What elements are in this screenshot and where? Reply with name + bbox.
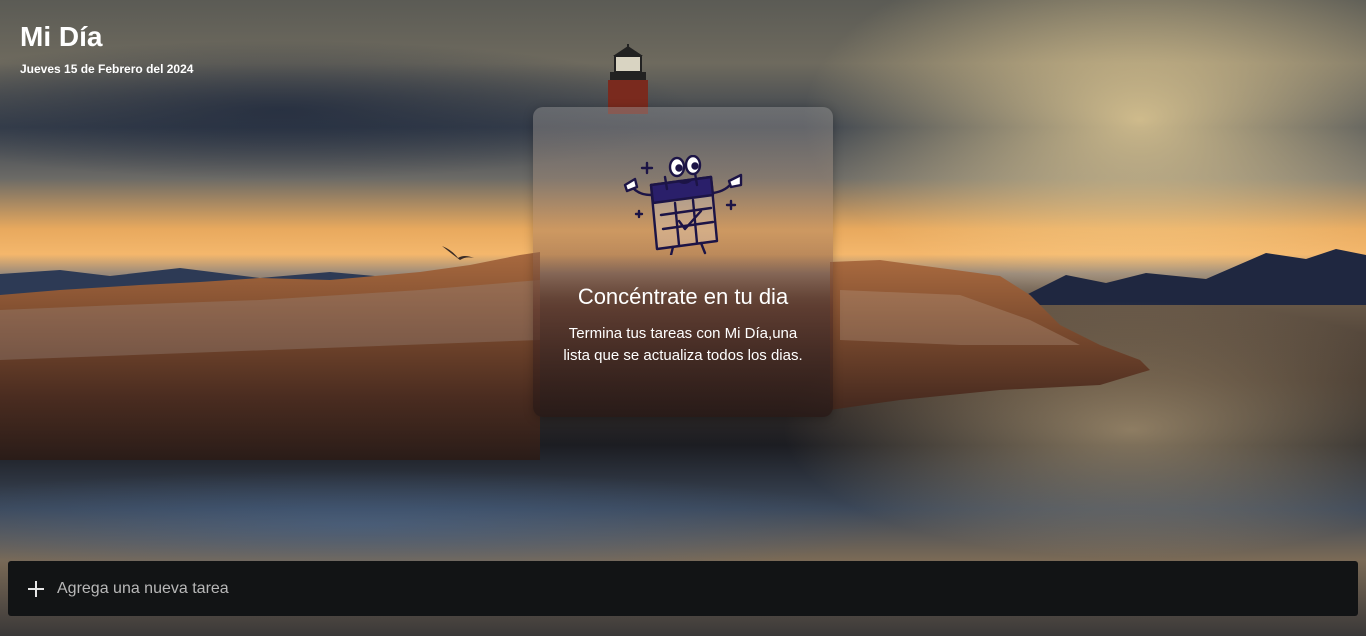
- seagull: [442, 246, 474, 260]
- lighthouse: [608, 44, 648, 114]
- plus-icon[interactable]: [26, 579, 46, 599]
- page-title: Mi Día: [20, 21, 103, 52]
- new-task-input[interactable]: [55, 567, 1358, 610]
- current-date: Jueves 15 de Febrero del 2024: [20, 62, 194, 76]
- empty-state-card: Concéntrate en tu dia Termina tus tareas…: [533, 107, 833, 417]
- calendar-mascot-icon: [623, 155, 743, 255]
- new-task-bar: [8, 561, 1358, 616]
- empty-state-description: Termina tus tareas con Mi Día,una lista …: [563, 325, 803, 364]
- empty-state-title: Concéntrate en tu dia: [577, 284, 789, 309]
